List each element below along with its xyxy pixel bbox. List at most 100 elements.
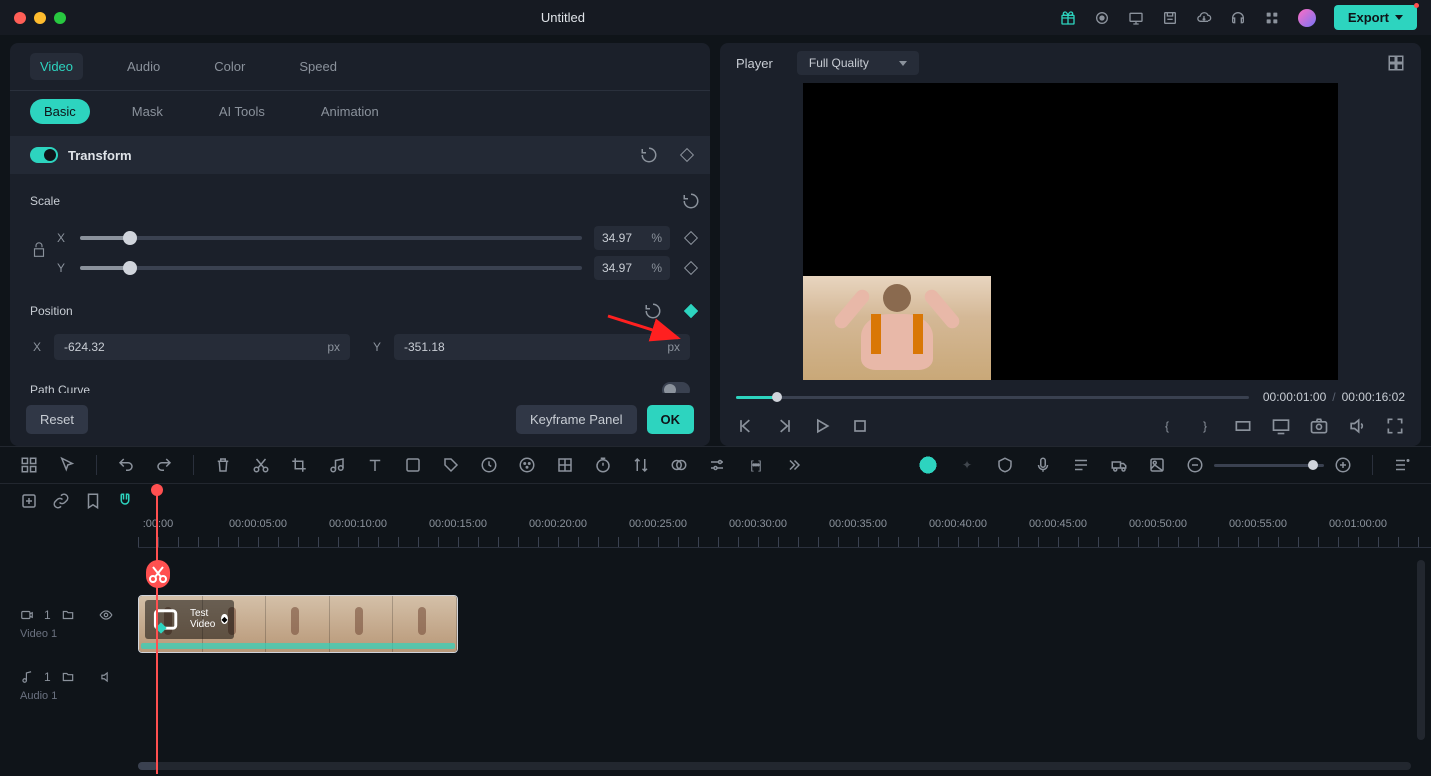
tab-audio[interactable]: Audio: [117, 53, 170, 80]
export-button[interactable]: Export: [1334, 5, 1417, 30]
ai-face-icon[interactable]: [918, 455, 938, 475]
cut-icon[interactable]: [252, 456, 270, 474]
arrange-icon[interactable]: [632, 456, 650, 474]
tab-color[interactable]: Color: [204, 53, 255, 80]
tab-video[interactable]: Video: [30, 53, 83, 80]
track-menu-icon[interactable]: [1393, 456, 1411, 474]
eye-icon[interactable]: [99, 608, 113, 622]
mark-in-icon[interactable]: {: [1157, 416, 1177, 436]
next-frame-icon[interactable]: [774, 416, 794, 436]
cloud-icon[interactable]: [1196, 10, 1212, 26]
stop-icon[interactable]: [850, 416, 870, 436]
apps-icon[interactable]: [1264, 10, 1280, 26]
bracket-icon[interactable]: [•••]: [746, 456, 764, 474]
pos-y-field[interactable]: -351.18px: [394, 334, 690, 360]
mark-out-icon[interactable]: }: [1195, 416, 1215, 436]
position-reset-icon[interactable]: [644, 302, 662, 320]
monitor-icon[interactable]: [1128, 10, 1144, 26]
text-icon[interactable]: [366, 456, 384, 474]
speed-tool-icon[interactable]: [480, 456, 498, 474]
image-icon[interactable]: [1148, 456, 1166, 474]
pathcurve-toggle[interactable]: [662, 382, 690, 393]
guide-icon[interactable]: [556, 456, 574, 474]
player-label: Player: [736, 56, 773, 71]
folder-icon[interactable]: [61, 670, 75, 684]
undo-icon[interactable]: [117, 456, 135, 474]
quality-select[interactable]: Full Quality: [797, 51, 919, 75]
reset-button[interactable]: Reset: [26, 405, 88, 434]
redo-icon[interactable]: [155, 456, 173, 474]
snapshot-icon[interactable]: [1309, 416, 1329, 436]
mask-tool-icon[interactable]: [670, 456, 688, 474]
keyframe-panel-button[interactable]: Keyframe Panel: [516, 405, 637, 434]
sparkle-icon[interactable]: ✦: [958, 456, 976, 474]
scale-y-slider[interactable]: [80, 266, 582, 270]
zoom-out-icon[interactable]: [1186, 456, 1204, 474]
avatar[interactable]: [1298, 9, 1316, 27]
preview-canvas[interactable]: [803, 83, 1338, 380]
pill-mask[interactable]: Mask: [118, 99, 177, 124]
color-tool-icon[interactable]: [518, 456, 536, 474]
list-icon[interactable]: [1072, 456, 1090, 474]
music-icon[interactable]: [328, 456, 346, 474]
headphones-icon[interactable]: [1230, 10, 1246, 26]
close-icon[interactable]: [14, 12, 26, 24]
reset-icon[interactable]: [640, 146, 658, 164]
display-icon[interactable]: [1271, 416, 1291, 436]
mic-icon[interactable]: [1034, 456, 1052, 474]
tab-speed[interactable]: Speed: [289, 53, 347, 80]
delete-icon[interactable]: [214, 456, 232, 474]
scale-x-slider[interactable]: [80, 236, 582, 240]
timeline-ruler[interactable]: :00:0000:00:05:0000:00:10:0000:00:15:000…: [138, 514, 1431, 548]
folder-icon[interactable]: [61, 608, 75, 622]
pill-animation[interactable]: Animation: [307, 99, 393, 124]
maximize-icon[interactable]: [54, 12, 66, 24]
gift-icon[interactable]: [1060, 10, 1076, 26]
crop-icon[interactable]: [290, 456, 308, 474]
scale-x-keyframe[interactable]: [682, 229, 700, 247]
scale-x-value[interactable]: 34.97%: [594, 226, 670, 250]
timer-icon[interactable]: [594, 456, 612, 474]
adjust-icon[interactable]: [708, 456, 726, 474]
pos-x-field[interactable]: -624.32px: [54, 334, 350, 360]
transform-toggle[interactable]: [30, 147, 58, 163]
pill-basic[interactable]: Basic: [30, 99, 90, 124]
frame-icon[interactable]: [404, 456, 422, 474]
pointer-icon[interactable]: [58, 456, 76, 474]
shield-icon[interactable]: [996, 456, 1014, 474]
playhead[interactable]: [156, 484, 158, 774]
fullscreen-icon[interactable]: [1385, 416, 1405, 436]
prev-frame-icon[interactable]: [736, 416, 756, 436]
timeline-clip[interactable]: Test Video◆: [138, 595, 458, 653]
marker-icon[interactable]: [84, 492, 102, 510]
volume-icon[interactable]: [1347, 416, 1367, 436]
scale-y-keyframe[interactable]: [682, 259, 700, 277]
speaker-icon[interactable]: [99, 670, 113, 684]
ratio-icon[interactable]: [1233, 416, 1253, 436]
record-icon[interactable]: [1094, 10, 1110, 26]
tag-icon[interactable]: [442, 456, 460, 474]
split-scissor-icon[interactable]: [146, 560, 170, 588]
magnet-icon[interactable]: [116, 492, 134, 510]
scale-y-value[interactable]: 34.97%: [594, 256, 670, 280]
more-icon[interactable]: [784, 456, 802, 474]
pill-aitools[interactable]: AI Tools: [205, 99, 279, 124]
ok-button[interactable]: OK: [647, 405, 695, 434]
zoom-in-icon[interactable]: [1334, 456, 1352, 474]
play-icon[interactable]: [812, 416, 832, 436]
layout-grid-icon[interactable]: [1387, 54, 1405, 72]
save-icon[interactable]: [1162, 10, 1178, 26]
add-track-icon[interactable]: [20, 492, 38, 510]
timeline-scroll-v[interactable]: [1417, 560, 1425, 740]
progress-bar[interactable]: [736, 396, 1249, 399]
panel-layout-icon[interactable]: [20, 456, 38, 474]
lock-aspect-icon[interactable]: [30, 242, 48, 263]
zoom-slider[interactable]: [1214, 464, 1324, 467]
keyframe-diamond-icon[interactable]: [678, 146, 696, 164]
link-icon[interactable]: [52, 492, 70, 510]
timeline-scroll-h[interactable]: [138, 762, 1411, 770]
scale-reset-icon[interactable]: [682, 192, 700, 210]
minimize-icon[interactable]: [34, 12, 46, 24]
truck-icon[interactable]: [1110, 456, 1128, 474]
position-keyframe-active[interactable]: [682, 302, 700, 320]
